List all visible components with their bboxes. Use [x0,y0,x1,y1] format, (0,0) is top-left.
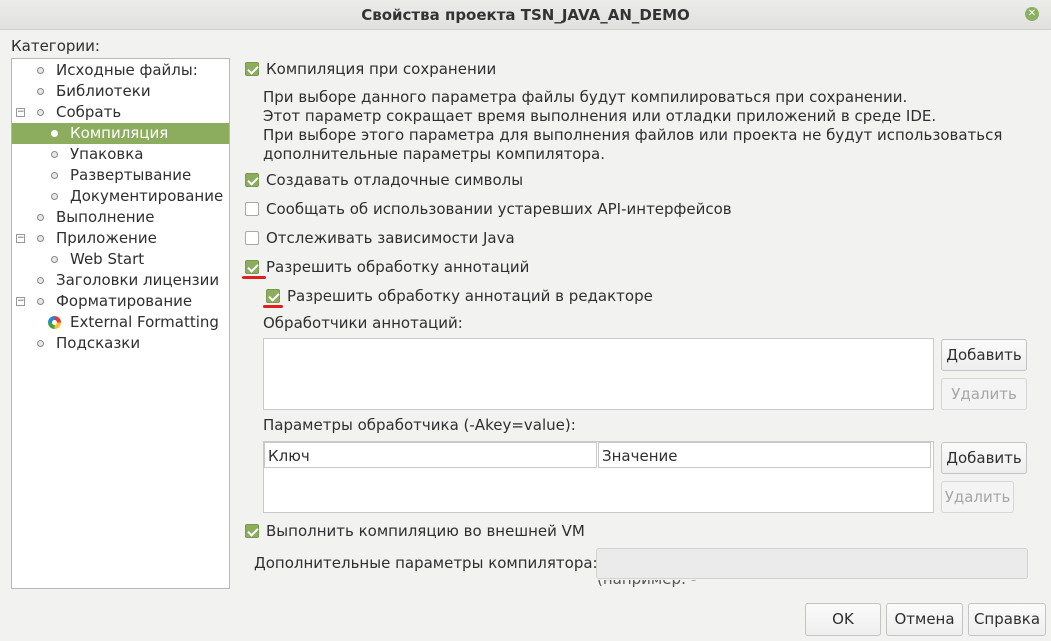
bullet-icon [37,109,44,116]
description-line: Этот параметр сокращает время выполнения… [263,107,937,125]
annotation-processors-list[interactable] [263,338,934,410]
description-line: дополнительные параметры компилятора. [263,145,605,163]
checkbox-label: Разрешить обработку аннотаций [266,258,530,276]
tree-item-hints[interactable]: Подсказки [12,333,229,354]
tree-item-web-start[interactable]: Web Start [12,249,229,270]
close-icon[interactable]: ✕ [1025,7,1039,21]
tree-item-documenting[interactable]: Документирование [12,186,229,207]
column-header-key[interactable]: Ключ [264,442,597,468]
checkbox-checked-icon[interactable] [245,524,259,538]
tree-item-label: Собрать [56,103,122,121]
tree-item-packaging[interactable]: Упаковка [12,144,229,165]
checkbox-unchecked-icon[interactable] [245,231,259,245]
categories-tree[interactable]: Исходные файлы: Библиотеки − Собрать Ком… [11,58,230,589]
bullet-icon [51,151,58,158]
bullet-icon [51,256,58,263]
tree-item-label: Выполнение [56,208,155,226]
tree-item-label: Приложение [56,229,157,247]
tree-item-label: Web Start [70,250,145,268]
cancel-button[interactable]: Отмена [886,603,963,636]
external-formatting-icon [48,316,61,329]
tree-item-formatting[interactable]: − Форматирование [12,291,229,312]
ok-button[interactable]: OK [805,603,881,636]
title-bar: Свойства проекта TSN_JAVA_AN_DEMO ✕ [0,0,1051,30]
column-header-value[interactable]: Значение [598,442,931,468]
tree-item-application[interactable]: − Приложение [12,228,229,249]
bullet-icon [37,340,44,347]
tree-item-build[interactable]: − Собрать [12,102,229,123]
bullet-icon [37,235,44,242]
tree-item-license-headers[interactable]: Заголовки лицензии [12,270,229,291]
checkbox-label: Создавать отладочные символы [266,171,524,189]
compiler-options-hint: (например: -Xlint:unchecked) [597,580,817,589]
bullet-icon [37,88,44,95]
annotation-processors-label: Обработчики аннотаций: [263,314,463,332]
checkbox-label: Компиляция при сохранении [266,60,497,78]
window-title: Свойства проекта TSN_JAVA_AN_DEMO [361,6,690,24]
bullet-icon [51,193,58,200]
tree-item-label: Подсказки [56,334,141,352]
checkbox-label: Разрешить обработку аннотаций в редактор… [287,287,653,305]
tree-item-label: Форматирование [56,292,193,310]
checkbox-unchecked-icon[interactable] [245,202,259,216]
help-button[interactable]: Справка [968,603,1046,636]
collapse-icon[interactable]: − [16,297,25,306]
hint-text: (например: -Xlint:unchecked) [597,580,723,589]
bullet-icon [37,67,44,74]
add-param-button[interactable]: Добавить [941,442,1027,474]
tree-item-label: Библиотеки [56,82,151,100]
bullet-icon [37,298,44,305]
collapse-icon[interactable]: − [16,234,25,243]
bullet-icon [51,172,58,179]
bullet-icon [37,277,44,284]
tree-item-libraries[interactable]: Библиотеки [12,81,229,102]
tree-item-label: Упаковка [70,145,144,163]
checkbox-label: Сообщать об использовании устаревших API… [266,200,732,218]
checkbox-label: Отслеживать зависимости Java [266,229,515,247]
checkbox-checked-icon[interactable] [245,260,259,274]
extra-compiler-options-input[interactable] [596,548,1028,579]
compile-on-save-description: При выборе данного параметра файлы будут… [263,88,1002,164]
tree-item-sources[interactable]: Исходные файлы: [12,60,229,81]
bullet-icon [51,130,58,137]
tree-item-label: Заголовки лицензии [56,271,220,289]
collapse-icon[interactable]: − [16,108,25,117]
remove-processor-button[interactable]: Удалить [941,378,1027,410]
tree-item-label: Компиляция [70,124,169,142]
checkbox-checked-icon[interactable] [266,289,280,303]
tree-item-label: External Formatting [70,313,219,331]
categories-label: Категории: [11,37,100,55]
checkbox-checked-icon[interactable] [245,62,259,76]
extra-compiler-options-label: Дополнительные параметры компилятора: [254,554,598,572]
tree-item-label: Документирование [70,187,224,205]
tree-item-label: Развертывание [70,166,192,184]
checkbox-checked-icon[interactable] [245,173,259,187]
checkbox-label: Выполнить компиляцию во внешней VM [266,522,585,540]
add-processor-button[interactable]: Добавить [941,339,1027,371]
remove-param-button[interactable]: Удалить [941,481,1014,513]
red-underline-mark [263,305,283,308]
tree-item-compiling[interactable]: Компиляция [12,123,229,144]
processor-params-label: Параметры обработчика (-Akey=value): [263,416,576,434]
tree-item-run[interactable]: Выполнение [12,207,229,228]
description-line: При выборе данного параметра файлы будут… [263,88,908,106]
description-line: При выборе этого параметра для выполнени… [263,126,1003,144]
red-underline-mark [242,276,266,279]
bullet-icon [37,214,44,221]
tree-item-deployment[interactable]: Развертывание [12,165,229,186]
tree-item-external-formatting[interactable]: External Formatting [12,312,229,333]
tree-item-label: Исходные файлы: [56,61,198,79]
